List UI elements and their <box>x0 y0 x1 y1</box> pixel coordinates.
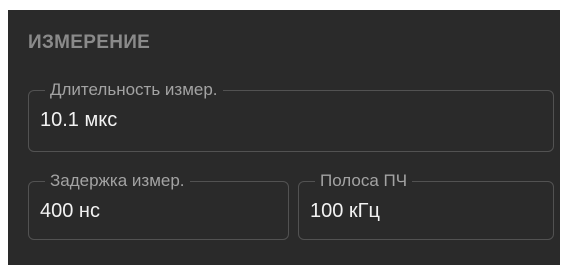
measurement-duration-field[interactable]: Длительность измер. 10.1 мкс <box>28 81 554 152</box>
if-bandwidth-label: Полоса ПЧ <box>320 171 408 190</box>
measurement-delay-field[interactable]: Задержка измер. 400 нс <box>28 172 289 240</box>
measurement-duration-value[interactable]: 10.1 мкс <box>39 109 553 132</box>
measurement-panel: ИЗМЕРЕНИЕ Длительность измер. 10.1 мкс З… <box>8 10 560 265</box>
measurement-delay-value[interactable]: 400 нс <box>39 200 288 223</box>
if-bandwidth-field[interactable]: Полоса ПЧ 100 кГц <box>298 172 554 240</box>
measurement-duration-label: Длительность измер. <box>50 80 218 99</box>
measurement-delay-label: Задержка измер. <box>50 171 185 190</box>
section-title: ИЗМЕРЕНИЕ <box>28 32 151 53</box>
if-bandwidth-value[interactable]: 100 кГц <box>309 200 553 223</box>
